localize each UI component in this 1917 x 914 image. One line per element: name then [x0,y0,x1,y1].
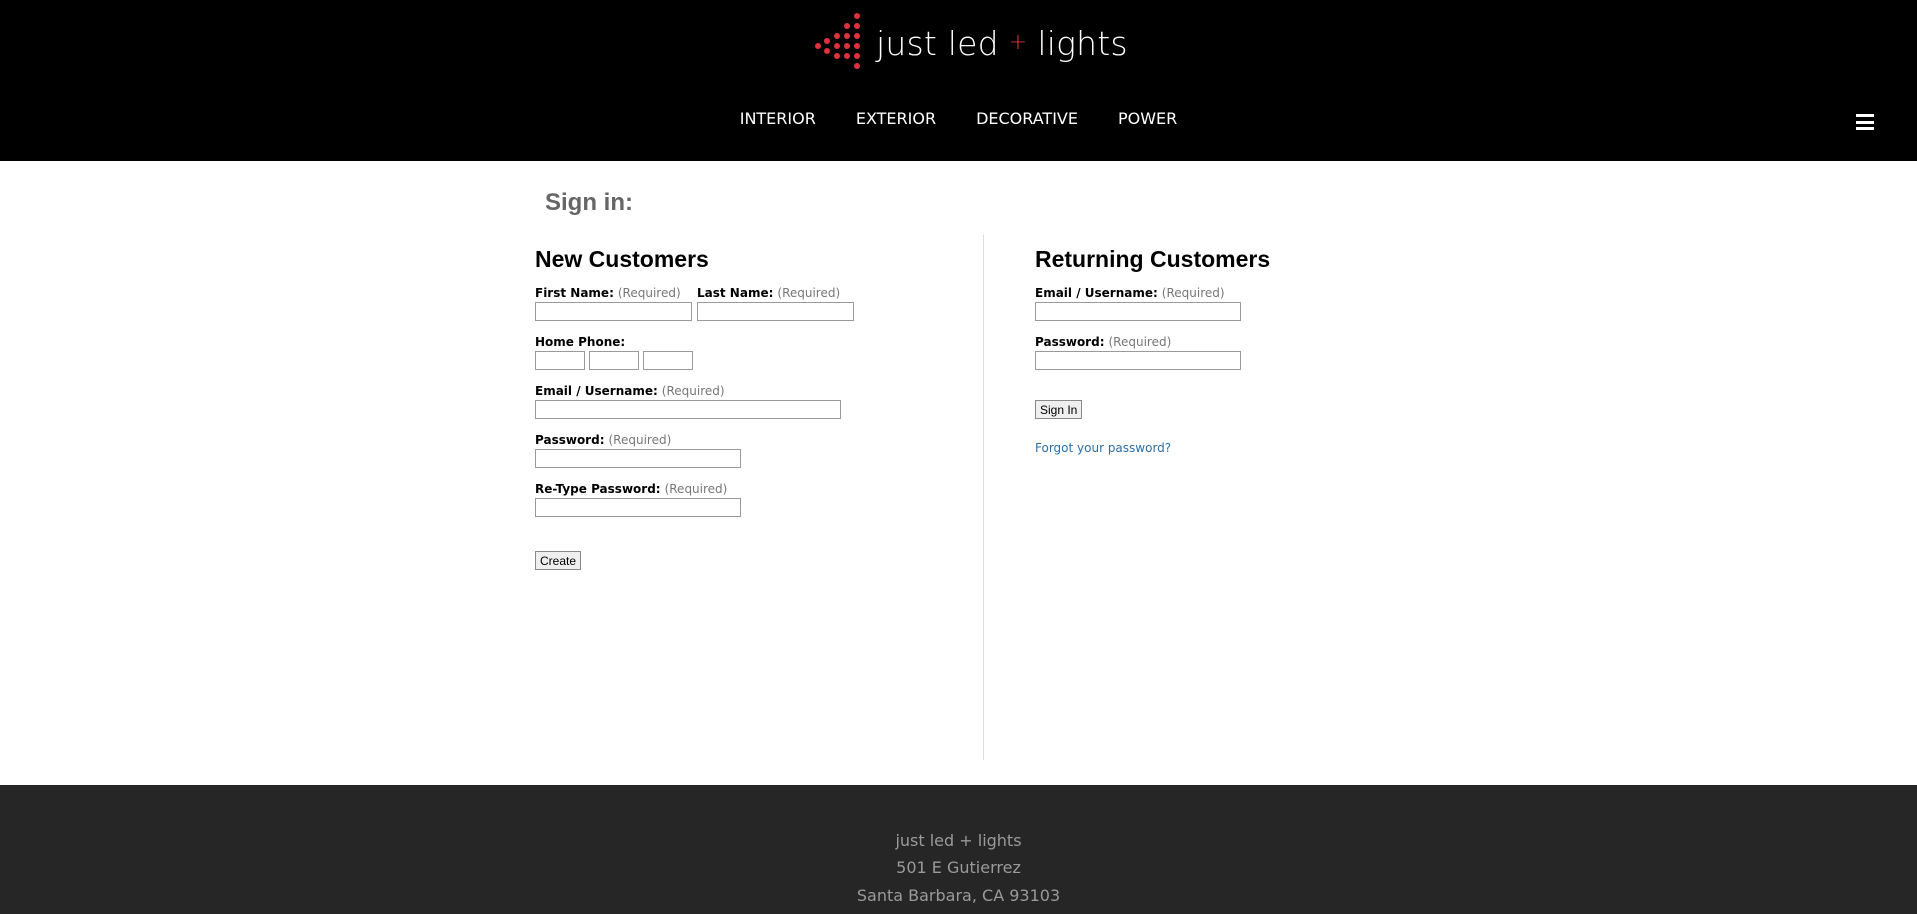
logo-name-part2: lights [1037,23,1128,63]
nav-item-exterior[interactable]: EXTERIOR [856,109,936,128]
required-note: (Required) [661,384,725,398]
new-password-label-row: Password: (Required) [535,433,859,447]
returning-customers-heading: Returning Customers [1035,246,1271,272]
logo-plus: + [1008,29,1028,55]
retype-password-label-row: Re-Type Password: (Required) [535,482,859,496]
footer-street: 501 E Gutierrez [896,858,1021,877]
required-note: (Required) [664,482,728,496]
page-title: Sign in: [545,189,633,216]
footer-company: just led + lights [895,831,1022,850]
required-note: (Required) [608,433,672,447]
login-email-label: Email / Username: [1035,286,1158,300]
last-name-label: Last Name: [697,286,774,300]
new-customers-section: New Customers First Name: (Required) Last… [535,246,859,570]
login-email-input[interactable] [1035,302,1241,321]
first-name-label-row: First Name: (Required) [535,286,692,300]
home-phone-group: Home Phone: [535,335,859,370]
site-header: just led + lights INTERIOR EXTERIOR DECORA… [0,0,1917,161]
retype-password-input[interactable] [535,498,741,517]
login-password-label-row: Password: (Required) [1035,335,1270,349]
footer-city: Santa Barbara, CA 93103 [856,886,1061,905]
site-footer: just led + lights 501 E Gutierrez Santa … [0,785,1917,914]
returning-customers-section: Returning Customers Email / Username: (Re… [1035,246,1270,456]
home-phone-fields [535,351,859,370]
logo-name-part1: just led [876,23,999,63]
last-name-label-row: Last Name: (Required) [697,286,854,300]
new-password-group: Password: (Required) [535,433,859,468]
new-email-label-row: Email / Username: (Required) [535,384,859,398]
nav-item-decorative[interactable]: DECORATIVE [976,109,1078,128]
nav-item-interior[interactable]: INTERIOR [740,109,816,128]
forgot-password-link[interactable]: Forgot your password? [1035,441,1171,455]
home-phone-label: Home Phone: [535,335,626,349]
retype-password-group: Re-Type Password: (Required) [535,482,859,517]
site-logo[interactable]: just led + lights [814,12,1128,74]
first-name-group: First Name: (Required) [535,286,692,321]
login-email-label-row: Email / Username: (Required) [1035,286,1270,300]
required-note: (Required) [617,286,681,300]
new-password-input[interactable] [535,449,741,468]
name-fields: First Name: (Required) Last Name: (Require… [535,286,859,321]
logo-dots-icon [815,13,860,69]
new-customers-heading: New Customers [535,246,709,272]
first-name-input[interactable] [535,302,692,321]
nav-item-power[interactable]: POWER [1118,109,1177,128]
login-email-group: Email / Username: (Required) [1035,286,1270,321]
main-content: Sign in: New Customers First Name: (Requi… [0,161,1917,785]
required-note: (Required) [1108,335,1172,349]
create-account-button[interactable]: Create [535,551,582,570]
required-note: (Required) [1161,286,1225,300]
logo-text: just led + lights [876,24,1128,63]
column-divider [983,235,984,760]
required-note: (Required) [777,286,841,300]
login-password-group: Password: (Required) [1035,335,1270,370]
login-password-input[interactable] [1035,351,1241,370]
home-phone-label-row: Home Phone: [535,335,859,349]
last-name-input[interactable] [697,302,854,321]
new-email-input[interactable] [535,400,841,419]
phone-line-number-input[interactable] [643,351,693,370]
new-email-group: Email / Username: (Required) [535,384,859,419]
login-password-label: Password: [1035,335,1105,349]
phone-prefix-input[interactable] [589,351,639,370]
first-name-label: First Name: [535,286,614,300]
new-email-label: Email / Username: [535,384,658,398]
main-nav: INTERIOR EXTERIOR DECORATIVE POWER [0,109,1917,128]
retype-password-label: Re-Type Password: [535,482,661,496]
hamburger-menu-icon[interactable] [1856,114,1874,130]
phone-area-code-input[interactable] [535,351,585,370]
new-password-label: Password: [535,433,605,447]
sign-in-button[interactable]: Sign In [1035,400,1083,419]
last-name-group: Last Name: (Required) [697,286,854,321]
